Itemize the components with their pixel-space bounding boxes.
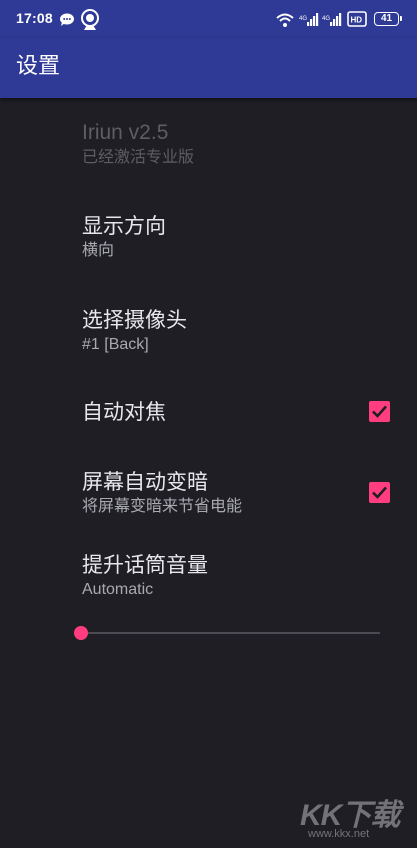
- mic-boost-title: 提升话筒音量: [82, 553, 208, 577]
- autofocus-title: 自动对焦: [82, 400, 166, 424]
- wifi-icon: [276, 12, 294, 31]
- version-title: Iriun v2.5: [82, 121, 169, 144]
- auto-dim-preference[interactable]: 屏幕自动变暗 将屏幕变暗来节省电能: [82, 468, 397, 518]
- webcam-icon: [80, 9, 100, 35]
- watermark-url: www.kkx.net: [308, 828, 370, 840]
- camera-select-preference[interactable]: 选择摄像头 #1 [Back]: [82, 306, 397, 356]
- orientation-title: 显示方向: [82, 214, 166, 238]
- orientation-preference[interactable]: 显示方向 横向: [82, 212, 397, 262]
- page-title: 设置: [16, 54, 61, 79]
- checkmark-icon: [372, 405, 387, 418]
- checkmark-icon: [372, 486, 387, 499]
- battery-icon: 41: [374, 12, 402, 26]
- hd-icon: HD: [347, 11, 367, 31]
- mic-boost-slider-thumb[interactable]: [74, 626, 88, 640]
- version-preference: Iriun v2.5 已经激活专业版: [82, 119, 397, 169]
- orientation-summary: 横向: [82, 242, 115, 259]
- mic-boost-preference: 提升话筒音量 Automatic: [82, 551, 397, 601]
- auto-dim-title: 屏幕自动变暗: [82, 470, 208, 494]
- version-summary: 已经激活专业版: [82, 149, 195, 166]
- watermark: KK下载 www.kkx.net: [300, 790, 410, 844]
- chat-bubble-icon: [59, 12, 75, 31]
- auto-dim-checkbox[interactable]: [369, 482, 390, 503]
- auto-dim-summary: 将屏幕变暗来节省电能: [82, 498, 243, 515]
- camera-select-title: 选择摄像头: [82, 308, 187, 332]
- mic-boost-slider-track[interactable]: [81, 632, 380, 634]
- svg-text:HD: HD: [351, 16, 363, 25]
- svg-text:4G: 4G: [322, 16, 330, 22]
- signal-icon: 4G: [322, 12, 342, 31]
- status-time: 17:08: [16, 10, 53, 26]
- svg-text:4G: 4G: [299, 16, 307, 22]
- signal-icon: 4G: [299, 12, 319, 31]
- autofocus-checkbox[interactable]: [369, 401, 390, 422]
- status-bar: 17:08 4G 4G HD 41: [0, 0, 417, 38]
- camera-select-summary: #1 [Back]: [82, 336, 149, 353]
- autofocus-preference[interactable]: 自动对焦: [82, 398, 397, 426]
- mic-boost-summary: Automatic: [82, 581, 154, 598]
- app-bar: 设置: [0, 38, 417, 98]
